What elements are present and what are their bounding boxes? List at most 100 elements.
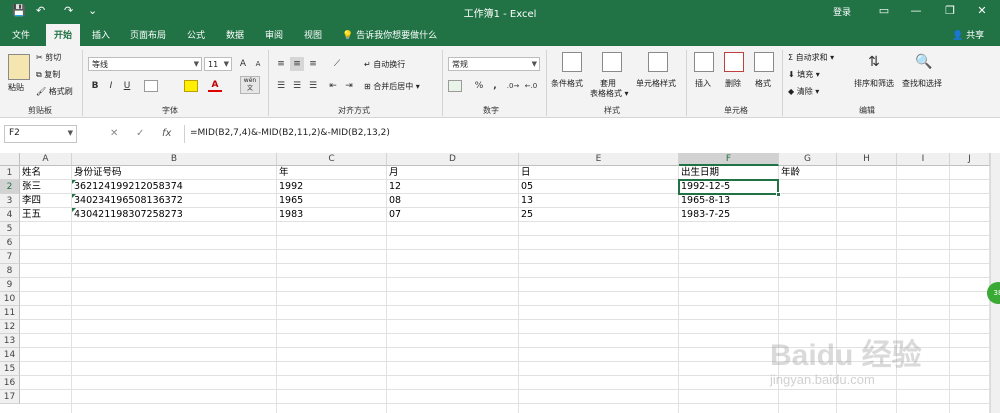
conditional-format-button[interactable]: 条件格式 xyxy=(551,78,583,89)
number-as-text-indicator[interactable] xyxy=(72,194,76,198)
cell-E2[interactable]: 05 xyxy=(519,180,533,194)
sort-filter-button[interactable]: 排序和筛选 xyxy=(854,78,894,89)
underline-button[interactable]: U xyxy=(120,79,134,93)
decrease-indent-icon[interactable]: ⇤ xyxy=(326,79,340,93)
minimize-icon[interactable]: — xyxy=(906,3,926,19)
clear-button[interactable]: ◆ 清除 ▾ xyxy=(788,86,819,97)
cell-B3[interactable]: 340234196508136372 xyxy=(72,194,183,208)
cell-B1[interactable]: 身份证号码 xyxy=(72,166,122,180)
cancel-entry-icon[interactable]: ✕ xyxy=(110,128,118,139)
cell-styles-button[interactable]: 单元格样式 xyxy=(636,78,676,89)
autosum-button[interactable]: Σ 自动求和 ▾ xyxy=(788,52,834,63)
insert-cells-button[interactable]: 插入 xyxy=(695,78,711,89)
column-header-I[interactable]: I xyxy=(897,153,950,166)
login-link[interactable]: 登录 xyxy=(833,5,851,18)
cell-A3[interactable]: 李四 xyxy=(20,194,41,208)
cell-D2[interactable]: 12 xyxy=(387,180,401,194)
delete-cells-icon[interactable] xyxy=(724,52,744,72)
format-cells-button[interactable]: 格式 xyxy=(755,78,771,89)
tab-insert[interactable]: 插入 xyxy=(92,28,110,41)
cell-A2[interactable]: 张三 xyxy=(20,180,41,194)
cell-A4[interactable]: 王五 xyxy=(20,208,41,222)
column-header-H[interactable]: H xyxy=(837,153,897,166)
row-header-14[interactable]: 14 xyxy=(0,348,20,362)
increase-decimal-icon[interactable]: .0→ xyxy=(506,79,520,93)
grow-font-icon[interactable]: A xyxy=(236,57,250,71)
fill-button[interactable]: ⬇ 填充 ▾ xyxy=(788,69,820,80)
cell-styles-icon[interactable] xyxy=(648,52,668,72)
delete-cells-button[interactable]: 删除 xyxy=(725,78,741,89)
number-as-text-indicator[interactable] xyxy=(72,180,76,184)
select-all-corner[interactable] xyxy=(0,153,20,166)
cell-E4[interactable]: 25 xyxy=(519,208,533,222)
accounting-format-icon[interactable] xyxy=(448,80,462,92)
insert-cells-icon[interactable] xyxy=(694,52,714,72)
cell-A1[interactable]: 姓名 xyxy=(20,166,41,180)
cell-B4[interactable]: 430421198307258273 xyxy=(72,208,183,222)
font-name-select[interactable]: 等线 ▼ xyxy=(88,57,202,71)
fill-handle[interactable] xyxy=(776,192,781,197)
cell-F4[interactable]: 1983-7-25 xyxy=(679,208,730,222)
row-header-6[interactable]: 6 xyxy=(0,236,20,250)
cell-D1[interactable]: 月 xyxy=(387,166,399,180)
row-header-8[interactable]: 8 xyxy=(0,264,20,278)
tab-file[interactable]: 文件 xyxy=(12,28,30,41)
cell-D3[interactable]: 08 xyxy=(387,194,401,208)
cell-C1[interactable]: 年 xyxy=(277,166,289,180)
row-header-12[interactable]: 12 xyxy=(0,320,20,334)
paste-button[interactable]: 粘贴 xyxy=(8,82,24,93)
name-box[interactable]: F2 ▼ xyxy=(4,125,77,143)
row-header-16[interactable]: 16 xyxy=(0,376,20,390)
percent-style-button[interactable]: % xyxy=(472,79,486,93)
close-icon[interactable]: ✕ xyxy=(972,3,992,19)
phonetic-guide-icon[interactable]: wén 文 xyxy=(240,76,260,94)
bold-button[interactable]: B xyxy=(88,79,102,93)
cell-B2[interactable]: 362124199212058374 xyxy=(72,180,183,194)
cell-F1[interactable]: 出生日期 xyxy=(679,166,719,180)
row-header-10[interactable]: 10 xyxy=(0,292,20,306)
cell-C4[interactable]: 1983 xyxy=(277,208,303,222)
row-header-3[interactable]: 3 xyxy=(0,194,20,208)
cell-C3[interactable]: 1965 xyxy=(277,194,303,208)
formula-input[interactable]: =MID(B2,7,4)&-MID(B2,11,2)&-MID(B2,13,2) xyxy=(190,128,390,138)
paste-icon[interactable] xyxy=(8,54,30,80)
restore-icon[interactable]: ❐ xyxy=(940,3,960,19)
decrease-decimal-icon[interactable]: ←.0 xyxy=(524,79,538,93)
row-header-4[interactable]: 4 xyxy=(0,208,20,222)
column-header-A[interactable]: A xyxy=(20,153,72,166)
row-header-11[interactable]: 11 xyxy=(0,306,20,320)
comma-style-button[interactable]: , xyxy=(488,79,502,93)
row-header-7[interactable]: 7 xyxy=(0,250,20,264)
copy-button[interactable]: ⧉ 复制 xyxy=(36,69,60,80)
row-header-13[interactable]: 13 xyxy=(0,334,20,348)
font-color-icon[interactable]: A xyxy=(208,78,222,92)
column-header-C[interactable]: C xyxy=(277,153,387,166)
cell-C2[interactable]: 1992 xyxy=(277,180,303,194)
share-button[interactable]: 👤 共享 xyxy=(952,28,984,41)
tell-me-search[interactable]: 💡 告诉我你想要做什么 xyxy=(342,28,437,41)
row-header-5[interactable]: 5 xyxy=(0,222,20,236)
column-header-G[interactable]: G xyxy=(779,153,837,166)
format-cells-icon[interactable] xyxy=(754,52,774,72)
increase-indent-icon[interactable]: ⇥ xyxy=(342,79,356,93)
align-middle-icon[interactable]: ≡ xyxy=(290,57,304,71)
cell-D4[interactable]: 07 xyxy=(387,208,401,222)
merge-center-button[interactable]: ⊞ 合并后居中 ▾ xyxy=(364,81,420,92)
italic-button[interactable]: I xyxy=(104,79,118,93)
column-header-J[interactable]: J xyxy=(950,153,990,166)
row-header-17[interactable]: 17 xyxy=(0,390,20,404)
sort-filter-icon[interactable]: ⇅ xyxy=(864,52,884,72)
insert-function-icon[interactable]: fx xyxy=(162,128,171,139)
shrink-font-icon[interactable]: A xyxy=(251,57,265,71)
tab-data[interactable]: 数据 xyxy=(226,28,244,41)
align-center-icon[interactable]: ☰ xyxy=(290,79,304,93)
row-header-9[interactable]: 9 xyxy=(0,278,20,292)
active-cell-selection[interactable] xyxy=(678,179,779,195)
align-bottom-icon[interactable]: ≡ xyxy=(306,57,320,71)
format-as-table-icon[interactable] xyxy=(602,52,622,72)
orientation-icon[interactable]: ⟋ xyxy=(330,57,344,71)
ribbon-display-options-icon[interactable]: ▭ xyxy=(874,3,894,19)
cell-E1[interactable]: 日 xyxy=(519,166,531,180)
cell-G1[interactable]: 年龄 xyxy=(779,166,800,180)
align-top-icon[interactable]: ≡ xyxy=(274,57,288,71)
